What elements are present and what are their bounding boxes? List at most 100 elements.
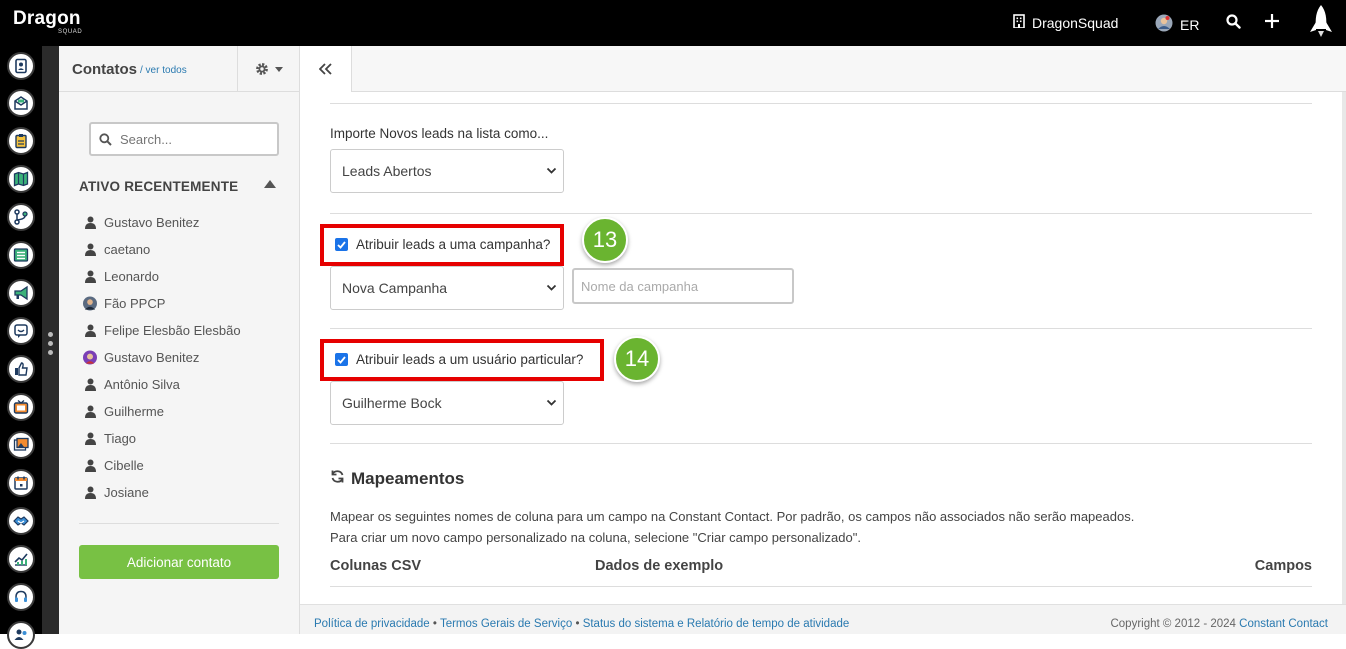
add-button[interactable]	[1264, 13, 1280, 32]
scrollbar[interactable]	[1342, 92, 1346, 604]
map-icon	[13, 171, 29, 187]
list-item[interactable]: Antônio Silva	[83, 371, 241, 398]
dock-map[interactable]	[7, 165, 35, 193]
campaign-name-input[interactable]: Nome da campanha	[572, 268, 794, 304]
campaign-select[interactable]: Nova Campanha	[330, 266, 564, 310]
person-icon	[83, 324, 97, 338]
privacy-link[interactable]: Política de privacidade	[314, 618, 430, 630]
double-chevron-left-icon	[318, 59, 333, 80]
checkbox-checked-icon	[335, 353, 348, 366]
list-item[interactable]: caetano	[83, 236, 241, 263]
mapping-title: Mapeamentos	[330, 469, 464, 489]
contact-search-input[interactable]	[120, 131, 260, 147]
user-select[interactable]: Guilherme Bock	[330, 381, 564, 425]
contact-name: Josiane	[104, 485, 149, 500]
refresh-icon	[330, 469, 345, 489]
contact-name: Cibelle	[104, 458, 144, 473]
divider	[330, 213, 1312, 214]
photo-avatar	[83, 296, 97, 311]
add-contact-button[interactable]: Adicionar contato	[79, 545, 279, 579]
thumbs-up-icon	[15, 362, 28, 376]
dock-resize-handle[interactable]	[48, 332, 53, 355]
dock-support[interactable]	[7, 583, 35, 611]
list-item[interactable]: Tiago	[83, 425, 241, 452]
view-all-link[interactable]: / ver todos	[140, 65, 187, 76]
mapping-description-1: Mapear os seguintes nomes de coluna para…	[330, 509, 1135, 524]
import-status-select[interactable]: Leads Abertos	[330, 149, 564, 193]
mapping-title-text: Mapeamentos	[351, 469, 465, 488]
rocket-icon	[1306, 4, 1336, 43]
assign-campaign-label: Atribuir leads a uma campanha?	[356, 237, 551, 252]
plus-icon	[1264, 13, 1280, 32]
list-item[interactable]: Fão PPCP	[83, 290, 241, 317]
list-item[interactable]: Gustavo Benitez	[83, 344, 241, 371]
dock-tasks[interactable]	[7, 127, 35, 155]
assign-campaign-checkbox[interactable]: Atribuir leads a uma campanha?	[335, 237, 550, 252]
main-content: Importe Novos leads na lista como... Lea…	[300, 46, 1346, 634]
company-link[interactable]: Constant Contact	[1239, 618, 1328, 630]
collapse-panel-button[interactable]	[300, 46, 352, 92]
dock-deals[interactable]	[7, 507, 35, 535]
collapse-section-icon[interactable]	[264, 180, 276, 188]
headset-icon	[15, 590, 27, 602]
app-dock	[0, 46, 42, 649]
footer-separator: •	[432, 618, 437, 630]
footer-separator: •	[575, 618, 580, 630]
dock-flows[interactable]	[7, 203, 35, 231]
copyright: Copyright © 2012 - 2024 Constant Contact	[1110, 618, 1328, 630]
person-icon	[83, 405, 97, 419]
dock-lists[interactable]	[7, 241, 35, 269]
clipboard-icon	[15, 134, 27, 149]
dock-users[interactable]	[7, 621, 35, 649]
dock-email[interactable]	[7, 89, 35, 117]
dock-contacts[interactable]	[7, 52, 35, 80]
envelope-icon	[14, 96, 28, 110]
chevron-down-icon	[546, 167, 557, 174]
contact-name: Gustavo Benitez	[104, 350, 200, 365]
column-header-fields: Campos	[1254, 558, 1312, 574]
footer-links: Política de privacidade • Termos Gerais …	[314, 618, 849, 630]
contact-name: Felipe Elesbão Elesbão	[104, 323, 241, 338]
contact-name: Tiago	[104, 431, 137, 446]
list-item[interactable]: Guilherme	[83, 398, 241, 425]
brand-logo[interactable]: Dragon	[13, 8, 81, 30]
person-icon	[83, 486, 97, 500]
dock-analytics[interactable]	[7, 545, 35, 573]
contact-name: caetano	[104, 242, 151, 257]
list-item[interactable]: Leonardo	[83, 263, 241, 290]
dock-chat[interactable]	[7, 317, 35, 345]
list-item[interactable]: Josiane	[83, 479, 241, 506]
contacts-icon	[15, 58, 27, 74]
step-badge-14: 14	[614, 336, 660, 382]
dock-social[interactable]	[7, 355, 35, 383]
contact-name: Leonardo	[104, 269, 159, 284]
user-menu[interactable]: ER	[1155, 14, 1199, 35]
chat-icon	[14, 324, 28, 338]
list-item[interactable]: Felipe Elesbão Elesbão	[83, 317, 241, 344]
org-name: DragonSquad	[1032, 14, 1119, 31]
dock-campaigns[interactable]	[7, 279, 35, 307]
terms-link[interactable]: Termos Gerais de Serviço	[440, 618, 572, 630]
main-header	[300, 46, 1346, 92]
import-status-value: Leads Abertos	[342, 163, 432, 179]
list-item[interactable]: Gustavo Benitez	[83, 209, 241, 236]
dock-calendar[interactable]	[7, 469, 35, 497]
top-bar: Dragon SQUAD DragonSquad ER	[0, 0, 1346, 46]
person-icon	[83, 243, 97, 257]
contact-search[interactable]	[89, 122, 279, 156]
column-header-csv: Colunas CSV	[330, 558, 422, 574]
chevron-down-icon	[546, 399, 557, 406]
contact-name: Guilherme	[104, 404, 164, 419]
contacts-settings-button[interactable]	[237, 46, 300, 92]
status-link[interactable]: Status do sistema e Relatório de tempo d…	[583, 618, 850, 630]
photo-avatar	[83, 350, 97, 365]
launch-button[interactable]	[1306, 4, 1336, 43]
contacts-title: Contatos	[72, 61, 137, 78]
dock-gallery[interactable]	[7, 431, 35, 459]
org-switcher[interactable]: DragonSquad	[1013, 14, 1118, 31]
dock-media[interactable]	[7, 393, 35, 421]
assign-user-checkbox[interactable]: Atribuir leads a um usuário particular?	[335, 352, 583, 367]
list-item[interactable]: Cibelle	[83, 452, 241, 479]
person-icon	[83, 432, 97, 446]
search-button[interactable]	[1226, 14, 1241, 32]
